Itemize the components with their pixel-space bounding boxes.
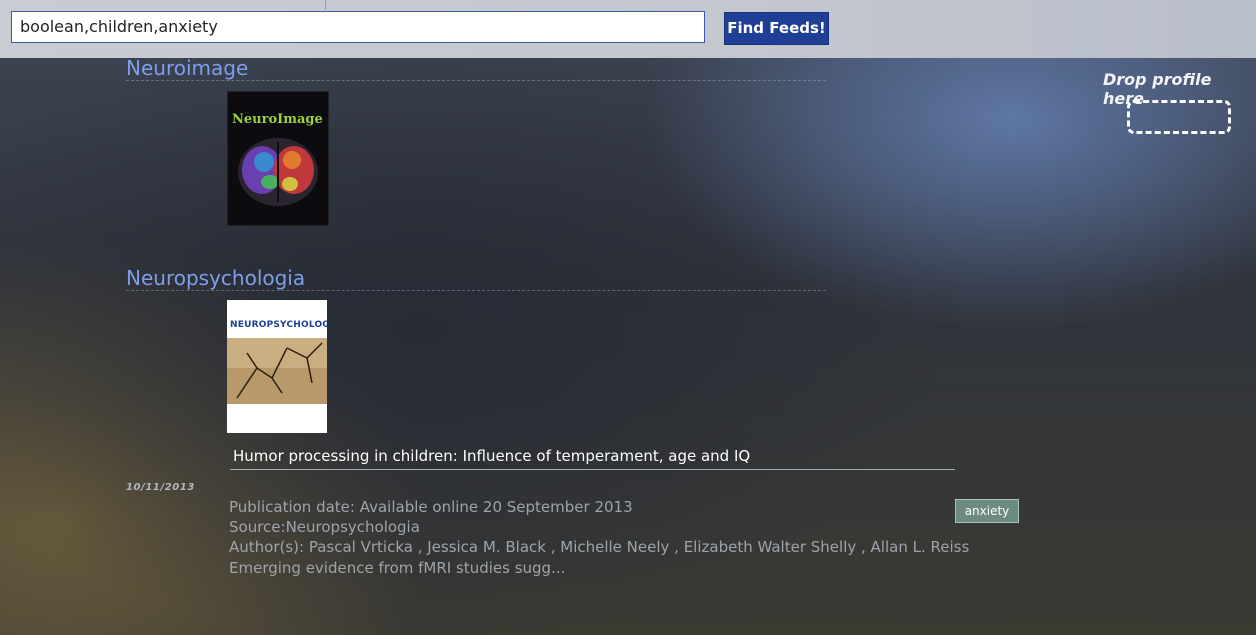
journal-title-neuropsychologia[interactable]: Neuropsychologia: [126, 266, 305, 290]
cover-artwork-image: [227, 338, 327, 404]
brain-scan-icon: [238, 138, 318, 206]
publication-date: Publication date: Available online 20 Se…: [229, 498, 633, 516]
find-feeds-button[interactable]: Find Feeds!: [724, 12, 829, 45]
journal-divider: [126, 290, 826, 291]
article-title-link[interactable]: Humor processing in children: Influence …: [233, 447, 750, 465]
article-snippet: Emerging evidence from fMRI studies sugg…: [229, 559, 566, 577]
article-authors: Author(s): Pascal Vrticka , Jessica M. B…: [229, 538, 970, 556]
profile-drop-zone[interactable]: [1127, 100, 1231, 134]
article-date: 10/11/2013: [126, 482, 195, 493]
cover-title: NEUROPSYCHOLOGIA: [230, 320, 327, 330]
neuroimage-cover-image[interactable]: NeuroImage: [227, 91, 329, 226]
search-input[interactable]: boolean,children,anxiety: [11, 11, 705, 43]
journal-divider: [126, 80, 826, 81]
keyword-tag[interactable]: anxiety: [955, 499, 1019, 523]
cover-title: NeuroImage: [232, 112, 323, 127]
toolbar-divider: [325, 0, 326, 10]
article-source: Source:Neuropsychologia: [229, 518, 420, 536]
article-divider: [230, 469, 955, 470]
top-toolbar: boolean,children,anxiety Find Feeds!: [0, 0, 1256, 58]
neuropsychologia-cover-image[interactable]: NEUROPSYCHOLOGIA: [227, 300, 327, 433]
journal-title-neuroimage[interactable]: Neuroimage: [126, 56, 248, 80]
